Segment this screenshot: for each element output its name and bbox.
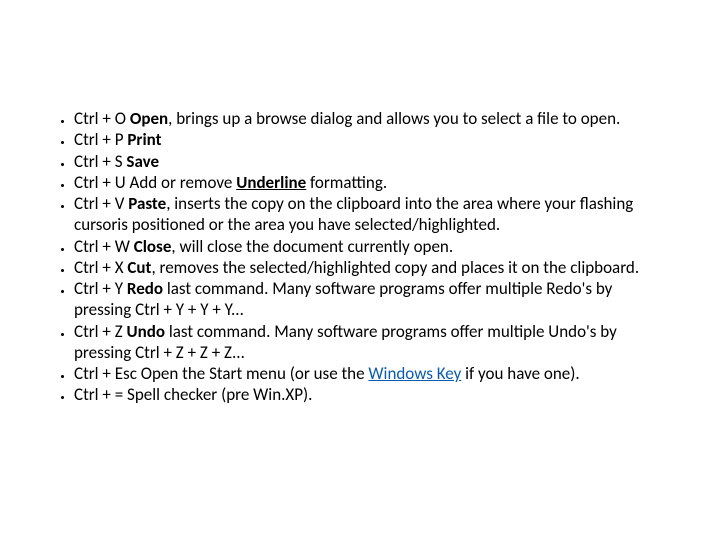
- text-run: Ctrl + V: [74, 193, 128, 214]
- text-run: Close: [134, 236, 172, 257]
- text-run: Ctrl + = Spell checker (pre Win.XP).: [74, 384, 312, 405]
- text-run: Ctrl + X: [74, 257, 127, 278]
- text-run: if you have one).: [461, 363, 579, 384]
- text-run: Ctrl + W: [74, 236, 134, 257]
- text-run: , will close the document currently open…: [171, 236, 453, 257]
- list-item: Ctrl + Esc Open the Start menu (or use t…: [74, 363, 672, 384]
- text-run: formatting.: [306, 172, 387, 193]
- list-item: Ctrl + W Close, will close the document …: [74, 236, 672, 257]
- text-run: Ctrl + Y: [74, 278, 127, 299]
- text-run: Ctrl + Z: [74, 321, 127, 342]
- list-item: Ctrl + P Print: [74, 129, 672, 150]
- list-item: Ctrl + S Save: [74, 151, 672, 172]
- list-item: Ctrl + = Spell checker (pre Win.XP).: [74, 384, 672, 405]
- list-item: Ctrl + Z Undo last command. Many softwar…: [74, 321, 672, 364]
- list-item: Ctrl + Y Redo last command. Many softwar…: [74, 278, 672, 321]
- list-item: Ctrl + X Cut, removes the selected/highl…: [74, 257, 672, 278]
- text-run: Open: [130, 108, 168, 129]
- text-run: Redo: [127, 278, 163, 299]
- text-run: Ctrl + P: [74, 129, 127, 150]
- text-run: , brings up a browse dialog and allows y…: [168, 108, 620, 129]
- windows-key-link[interactable]: Windows Key: [368, 363, 461, 384]
- text-run: Underline: [236, 172, 306, 193]
- slide-content: Ctrl + O Open, brings up a browse dialog…: [0, 0, 720, 406]
- text-run: Ctrl + S: [74, 151, 126, 172]
- text-run: Ctrl + U Add or remove: [74, 172, 236, 193]
- text-run: Save: [126, 151, 159, 172]
- shortcut-list: Ctrl + O Open, brings up a browse dialog…: [48, 108, 672, 406]
- text-run: Ctrl + O: [74, 108, 130, 129]
- text-run: , removes the selected/highlighted copy …: [151, 257, 639, 278]
- list-item: Ctrl + U Add or remove Underline formatt…: [74, 172, 672, 193]
- list-item: Ctrl + V Paste, inserts the copy on the …: [74, 193, 672, 236]
- text-run: Ctrl + Esc Open the Start menu (or use t…: [74, 363, 368, 384]
- text-run: Paste: [128, 193, 166, 214]
- list-item: Ctrl + O Open, brings up a browse dialog…: [74, 108, 672, 129]
- text-run: Undo: [127, 321, 165, 342]
- text-run: Cut: [127, 257, 151, 278]
- text-run: Print: [127, 129, 161, 150]
